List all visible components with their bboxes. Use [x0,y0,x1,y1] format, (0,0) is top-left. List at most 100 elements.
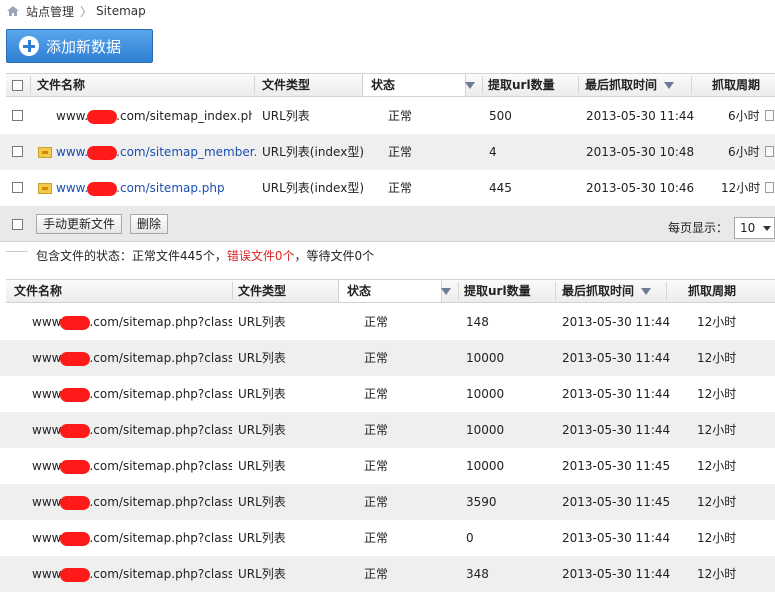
col-file-type[interactable]: 文件类型 [262,74,310,96]
file-type: URL列表 [238,531,286,545]
error-file-count: 错误文件0个 [226,249,295,263]
file-name[interactable]: www .com/sitemap.php?classi [32,340,232,376]
file-status: 正常 [364,531,389,545]
fetch-period: 6小时 [728,145,760,159]
edit-icon[interactable] [765,146,774,157]
url-count: 0 [466,531,474,545]
table-row[interactable]: www. .com/sitemap.php URL列表(index型) 正常 44… [0,170,775,206]
tree-connector [6,243,28,252]
col-url-count[interactable]: 提取url数量 [464,280,531,302]
col-last-fetch[interactable]: 最后抓取时间 [562,280,634,302]
redaction-mark [60,459,91,474]
status-dropdown-icon[interactable] [441,288,451,295]
top-table-header: 文件名称 文件类型 状态 提取url数量 最后抓取时间 抓取周期 [6,73,775,97]
breadcrumb-home[interactable]: 站点管理 [26,3,74,20]
fetch-period: 12小时 [697,351,737,365]
file-type: URL列表 [238,495,286,509]
select-all-bottom-checkbox[interactable] [12,219,23,230]
col-url-count[interactable]: 提取url数量 [488,74,555,96]
folder-expand-icon[interactable] [38,147,52,158]
table-row[interactable]: www. .com/sitemap_index.php URL列表 正常 500 … [0,98,775,134]
last-fetch-time: 2013-05-30 11:45 [562,495,671,509]
delete-button[interactable]: 删除 [130,214,169,234]
row-checkbox[interactable] [12,110,23,121]
col-fetch-period[interactable]: 抓取周期 [712,74,760,96]
manual-refresh-button[interactable]: 手动更新文件 [36,214,123,234]
file-name[interactable]: www .com/sitemap.php?classi [32,484,232,520]
table-row[interactable]: www..com/sitemap_member.ph URL列表(index型)… [0,134,775,170]
status-dropdown-icon[interactable] [465,82,475,89]
file-name[interactable]: www .com/sitemap.php?classi [32,520,232,556]
table-row[interactable]: www .com/sitemap.php?classi URL列表 正常 0 2013-0… [0,520,775,556]
file-name[interactable]: www .com/sitemap.php?classi [32,304,232,340]
url-count: 445 [489,181,512,195]
file-status: 正常 [364,423,389,437]
fetch-period: 12小时 [697,315,737,329]
redaction-mark [60,351,91,366]
redaction-mark [60,423,91,438]
last-fetch-time: 2013-05-30 10:46 [586,181,695,195]
file-status: 正常 [364,315,389,329]
table-row[interactable]: www .com/sitemap.php?classi URL列表 正常 10000 20… [0,412,775,448]
folder-expand-icon[interactable] [38,183,52,194]
last-fetch-time: 2013-05-30 11:44 [562,423,671,437]
table-row[interactable]: www .com/sitemap.php?classi URL列表 正常 10000 20… [0,340,775,376]
redaction-mark [60,495,91,510]
col-status: 状态 [347,284,372,298]
file-name[interactable]: www .com/sitemap.php?classi [32,448,232,484]
url-count: 10000 [466,387,505,401]
plus-icon [19,36,39,56]
last-fetch-time: 2013-05-30 11:44 [562,387,671,401]
file-type: URL列表 [238,567,286,581]
table-row[interactable]: www .com/sitemap.php?classi URL列表 正常 3590 201… [0,484,775,520]
file-status: 正常 [388,145,413,159]
status-filter[interactable]: 状态 [362,74,466,96]
select-all-checkbox[interactable] [12,80,23,91]
file-name-link[interactable]: www..com/sitemap_member.ph [56,134,256,170]
home-icon[interactable] [6,5,20,17]
col-last-fetch[interactable]: 最后抓取时间 [585,74,657,96]
chevron-down-icon [763,226,771,231]
per-page-select[interactable]: 10 [734,217,775,239]
col-file-name[interactable]: 文件名称 [14,280,62,302]
fetch-period: 6小时 [728,109,760,123]
row-checkbox[interactable] [12,182,23,193]
file-name[interactable]: www .com/sitemap.php?classi [32,376,232,412]
file-type: URL列表 [262,109,310,123]
breadcrumb-separator: 〉 [80,4,93,19]
redaction-mark [87,145,118,160]
col-file-name[interactable]: 文件名称 [37,74,85,96]
add-new-data-button[interactable]: 添加新数据 [6,29,153,63]
redaction-mark [60,387,91,402]
col-file-type[interactable]: 文件类型 [238,280,286,302]
url-count: 10000 [466,351,505,365]
edit-icon[interactable] [765,110,774,121]
url-count: 10000 [466,423,505,437]
file-type: URL列表 [238,351,286,365]
file-name[interactable]: www. .com/sitemap_index.php [56,98,252,134]
fetch-period: 12小时 [697,495,737,509]
file-name[interactable]: www .com/sitemap.php?classi [32,412,232,448]
file-type: URL列表 [238,423,286,437]
sort-desc-icon[interactable] [641,288,651,295]
sort-desc-icon[interactable] [664,82,674,89]
fetch-period: 12小时 [697,459,737,473]
file-status: 正常 [364,495,389,509]
file-name-link[interactable]: www. .com/sitemap.php [56,170,256,206]
redaction-mark [60,315,91,330]
fetch-period: 12小时 [697,387,737,401]
row-checkbox[interactable] [12,146,23,157]
table-row[interactable]: www .com/sitemap.php?classi URL列表 正常 348 2013… [0,556,775,592]
file-status: 正常 [364,351,389,365]
col-fetch-period[interactable]: 抓取周期 [688,280,736,302]
table-row[interactable]: www .com/sitemap.php?classi URL列表 正常 10000 20… [0,448,775,484]
edit-icon[interactable] [765,182,774,193]
table-row[interactable]: www .com/sitemap.php?classi URL列表 正常 148 2013… [0,304,775,340]
last-fetch-time: 2013-05-30 10:48 [586,145,695,159]
file-status: 正常 [388,181,413,195]
table-row[interactable]: www .com/sitemap.php?classi URL列表 正常 10000 20… [0,376,775,412]
status-filter[interactable]: 状态 [338,280,442,302]
table-toolbar: 手动更新文件 删除 每页显示： [0,206,775,242]
file-name[interactable]: www .com/sitemap.php?classi [32,556,232,592]
per-page-label: 每页显示： [668,221,729,235]
